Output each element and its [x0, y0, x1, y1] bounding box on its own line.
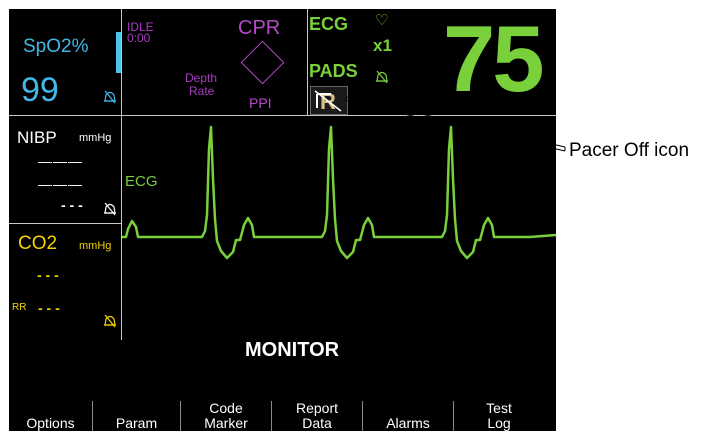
callout-leader	[345, 96, 566, 152]
callout-label: Pacer Off icon	[569, 140, 690, 161]
